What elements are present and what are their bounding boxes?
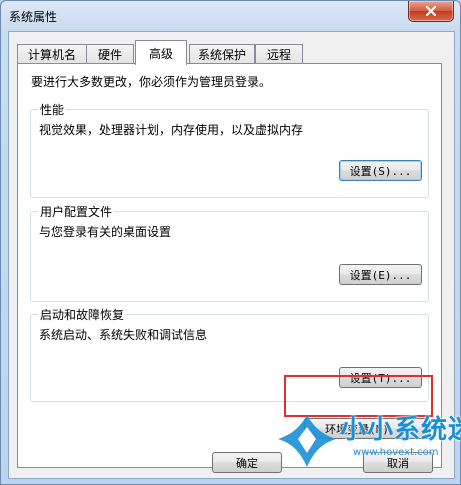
watermark-logo-icon [278,415,336,467]
watermark-brand: 小小系统迷 [340,415,461,445]
tab-advanced[interactable]: 高级 [135,40,187,65]
performance-settings-button[interactable]: 设置(S)... [339,160,422,181]
watermark-url: www.hovext.com [353,447,439,458]
tab-label: 计算机名 [27,47,76,62]
performance-title: 性能 [38,101,67,118]
startup-recovery-description: 系统启动、系统失败和调试信息 [39,328,208,342]
tab-label: 高级 [148,46,173,61]
performance-group: 性能 视觉效果，处理器计划，内存使用，以及虚拟内存 设置(S)... [30,101,429,198]
admin-notice: 要进行大多数更改，你必须作为管理员登录。 [31,75,272,89]
watermark: 小小系统迷 www.hovext.com [270,403,461,485]
close-button[interactable] [408,1,454,22]
user-profiles-description: 与您登录有关的桌面设置 [39,225,172,239]
performance-description: 视觉效果，处理器计划，内存使用，以及虚拟内存 [39,123,304,137]
user-profiles-title: 用户配置文件 [38,203,115,220]
startup-recovery-title: 启动和故障恢复 [38,306,127,323]
tab-label: 系统保护 [197,47,246,62]
tab-label: 远程 [266,47,291,62]
tab-computer-name[interactable]: 计算机名 [17,44,87,63]
user-profiles-group: 用户配置文件 与您登录有关的桌面设置 设置(E)... [30,203,429,302]
tab-system-protection[interactable]: 系统保护 [189,44,255,63]
tab-remote[interactable]: 远程 [255,44,303,63]
tab-label: 硬件 [97,47,122,62]
user-profiles-settings-button[interactable]: 设置(E)... [339,264,422,285]
title-bar[interactable]: 系统属性 [1,1,460,31]
close-icon [425,5,437,17]
window-title: 系统属性 [9,10,58,24]
tab-hardware[interactable]: 硬件 [86,44,134,63]
